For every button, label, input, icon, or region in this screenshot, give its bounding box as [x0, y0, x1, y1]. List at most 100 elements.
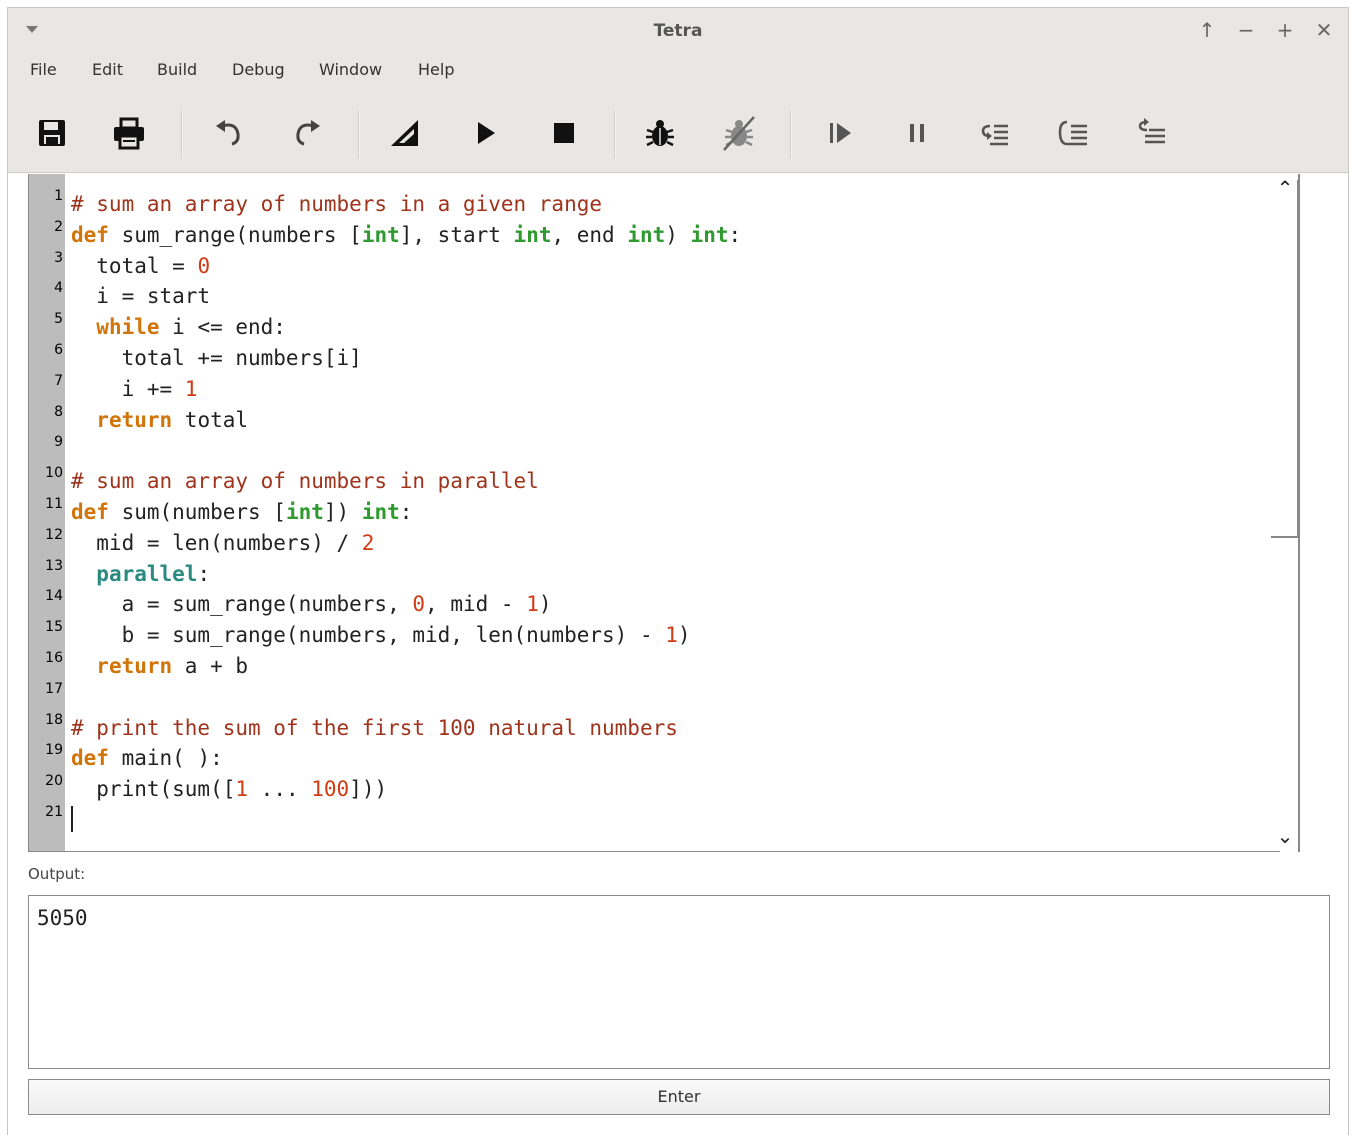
close-icon[interactable]: ✕ [1312, 18, 1336, 42]
line-number: 6 [54, 342, 63, 358]
line-number: 17 [45, 680, 63, 697]
continue-icon[interactable] [819, 112, 861, 154]
line-number: 4 [54, 280, 63, 297]
code-text[interactable]: b = sum_range(numbers, mid, len(numbers)… [71, 623, 691, 647]
print-icon[interactable] [108, 112, 150, 154]
run-icon[interactable] [464, 112, 506, 154]
menu-window[interactable]: Window [319, 60, 382, 79]
line-number: 5 [54, 311, 63, 328]
code-line[interactable]: 20 print(sum([1 ... 100])) [29, 773, 1244, 806]
undo-icon[interactable] [208, 112, 250, 154]
maximize-icon[interactable]: + [1273, 18, 1297, 42]
code-text[interactable]: def sum_range(numbers [int], start int, … [71, 223, 741, 247]
code-line[interactable]: 5 while i <= end: [29, 311, 1244, 344]
title-bar: Tetra ↑ − + ✕ [8, 8, 1348, 52]
menu-file[interactable]: File [30, 60, 57, 79]
line-number: 3 [54, 249, 63, 266]
code-text[interactable]: return a + b [71, 654, 248, 678]
pause-icon[interactable] [896, 112, 938, 154]
keep-above-icon[interactable]: ↑ [1195, 18, 1219, 42]
code-line[interactable]: 14 a = sum_range(numbers, 0, mid - 1) [29, 588, 1244, 621]
code-line[interactable]: 2 def sum_range(numbers [int], start int,… [29, 218, 1244, 252]
code-line[interactable]: 1 # sum an array of numbers in a given ra… [29, 188, 1244, 221]
line-number: 21 [45, 804, 63, 820]
code-line[interactable]: 15 b = sum_range(numbers, mid, len(numbe… [29, 619, 1244, 652]
line-number: 9 [54, 434, 63, 451]
code-line[interactable]: 18 # print the sum of the first 100 natur… [29, 711, 1244, 745]
enter-button[interactable]: Enter [28, 1079, 1330, 1115]
code-text[interactable]: total = 0 [71, 254, 210, 278]
output-text: 5050 [37, 906, 88, 930]
menu-build[interactable]: Build [157, 60, 197, 79]
line-number: 11 [45, 496, 63, 512]
code-line[interactable]: 21 [29, 804, 1244, 837]
toolbar-separator [614, 110, 615, 158]
save-icon[interactable] [31, 112, 73, 154]
line-number: 16 [45, 650, 63, 666]
code-text[interactable]: total += numbers[i] [71, 346, 362, 370]
line-number: 1 [54, 188, 63, 204]
code-line[interactable]: 7 i += 1 [29, 372, 1244, 406]
code-line[interactable]: 9 [29, 434, 1244, 467]
app-window: Tetra ↑ − + ✕ File Edit Build Debug Wind… [7, 7, 1349, 1135]
line-number: 12 [45, 526, 63, 543]
scroll-thumb-bottom [1271, 536, 1299, 538]
window-title: Tetra [653, 21, 703, 41]
line-number: 2 [54, 218, 63, 235]
line-number: 14 [45, 588, 63, 605]
code-text[interactable]: a = sum_range(numbers, 0, mid - 1) [71, 592, 552, 616]
minimize-icon[interactable]: − [1234, 18, 1258, 42]
code-text[interactable]: def sum(numbers [int]) int: [71, 500, 412, 524]
code-line[interactable]: 8 return total [29, 403, 1244, 437]
code-text[interactable]: mid = len(numbers) / 2 [71, 531, 374, 555]
menu-bar: File Edit Build Debug Window Help [8, 52, 1348, 90]
scroll-up-icon[interactable]: ⌃ [1271, 174, 1299, 202]
line-number: 7 [54, 372, 63, 389]
code-line[interactable]: 19 def main( ): [29, 742, 1244, 775]
output-label: Output: [28, 865, 86, 883]
stop-icon[interactable] [542, 112, 584, 154]
redo-icon[interactable] [286, 112, 328, 154]
code-text[interactable]: def main( ): [71, 746, 223, 770]
menu-debug[interactable]: Debug [232, 60, 285, 79]
step-icon[interactable] [974, 112, 1016, 154]
build-icon[interactable] [384, 112, 426, 154]
code-line[interactable]: 6 total += numbers[i] [29, 342, 1244, 375]
output-area: 5050 [28, 895, 1330, 1069]
code-text[interactable]: return total [71, 408, 248, 432]
code-line[interactable]: 10 # sum an array of numbers in parallel [29, 465, 1244, 498]
code-line[interactable]: 13 parallel: [29, 558, 1244, 591]
code-editor[interactable]: 1 # sum an array of numbers in a given ra… [28, 174, 1300, 852]
code-text[interactable]: print(sum([1 ... 100])) [71, 777, 387, 801]
line-number: 10 [45, 465, 63, 482]
toolbar [8, 90, 1348, 173]
step-into-icon[interactable] [1053, 112, 1095, 154]
code-text[interactable]: # sum an array of numbers in a given ran… [71, 192, 602, 216]
scrollbar-border [1298, 174, 1300, 852]
stop-debug-icon[interactable] [718, 112, 760, 154]
code-line[interactable]: 3 total = 0 [29, 249, 1244, 283]
step-out-icon[interactable] [1131, 112, 1173, 154]
code-line[interactable]: 16 return a + b [29, 650, 1244, 683]
code-line[interactable]: 17 [29, 680, 1244, 714]
debug-icon[interactable] [639, 112, 681, 154]
code-text[interactable]: while i <= end: [71, 315, 286, 339]
menu-edit[interactable]: Edit [92, 60, 123, 79]
toolbar-separator [181, 110, 182, 158]
code-line[interactable]: 4 i = start [29, 280, 1244, 313]
line-number: 20 [45, 773, 63, 790]
code-text[interactable]: parallel: [71, 562, 210, 586]
line-number: 15 [45, 619, 63, 636]
code-text[interactable]: i = start [71, 284, 210, 308]
line-number: 18 [45, 711, 63, 728]
code-line[interactable]: 12 mid = len(numbers) / 2 [29, 526, 1244, 560]
code-text[interactable]: # sum an array of numbers in parallel [71, 469, 539, 493]
editor-scrollbar[interactable]: ⌃ ⌄ [1271, 174, 1299, 852]
line-number: 8 [54, 403, 63, 420]
code-text[interactable]: # print the sum of the first 100 natural… [71, 716, 678, 740]
code-text[interactable]: i += 1 [71, 377, 198, 401]
scroll-down-icon[interactable]: ⌄ [1271, 822, 1299, 850]
menu-help[interactable]: Help [418, 60, 454, 79]
code-line[interactable]: 11 def sum(numbers [int]) int: [29, 496, 1244, 529]
text-cursor [71, 806, 73, 832]
